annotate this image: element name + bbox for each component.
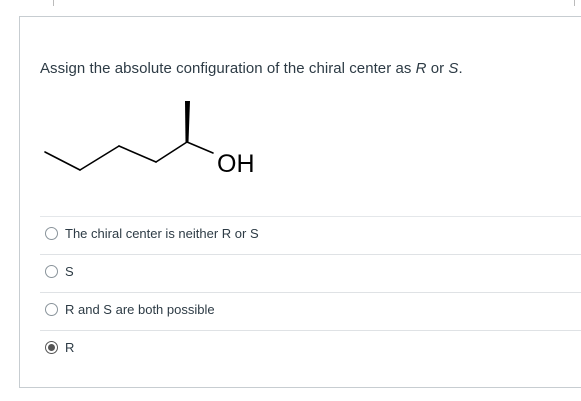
- prompt-or: or: [426, 60, 449, 77]
- bond-4: [155, 141, 188, 163]
- radio-neither[interactable]: [45, 227, 58, 240]
- bond-to-oh: [186, 141, 214, 154]
- answer-label-r: R: [65, 340, 75, 355]
- radio-r-selected[interactable]: [45, 341, 58, 354]
- bond-3: [118, 145, 157, 163]
- answer-option-s[interactable]: S: [40, 254, 581, 292]
- bond-2: [79, 145, 120, 171]
- answer-label-neither: The chiral center is neither R or S: [65, 226, 259, 241]
- top-bar-divider-left: [53, 0, 54, 6]
- prompt-s: S: [448, 60, 459, 77]
- top-bar-divider-right: [574, 0, 575, 6]
- prompt-end: .: [458, 60, 463, 77]
- prompt-r: R: [415, 60, 427, 77]
- wedge-bond: [185, 101, 190, 142]
- prompt-text: Assign the absolute configuration of the…: [40, 60, 416, 77]
- top-bar: [0, 0, 581, 16]
- answer-list: The chiral center is neither R or S S R …: [40, 216, 581, 368]
- oh-label: OH: [217, 150, 255, 178]
- answer-label-s: S: [65, 264, 74, 279]
- answer-option-neither[interactable]: The chiral center is neither R or S: [40, 216, 581, 254]
- radio-both[interactable]: [45, 303, 58, 316]
- answer-label-both: R and S are both possible: [65, 302, 215, 317]
- bond-1: [44, 151, 81, 171]
- answer-option-both[interactable]: R and S are both possible: [40, 292, 581, 330]
- answer-option-r[interactable]: R: [40, 330, 581, 368]
- question-prompt: Assign the absolute configuration of the…: [40, 60, 463, 77]
- radio-s[interactable]: [45, 265, 58, 278]
- molecule-structure: OH: [44, 101, 255, 178]
